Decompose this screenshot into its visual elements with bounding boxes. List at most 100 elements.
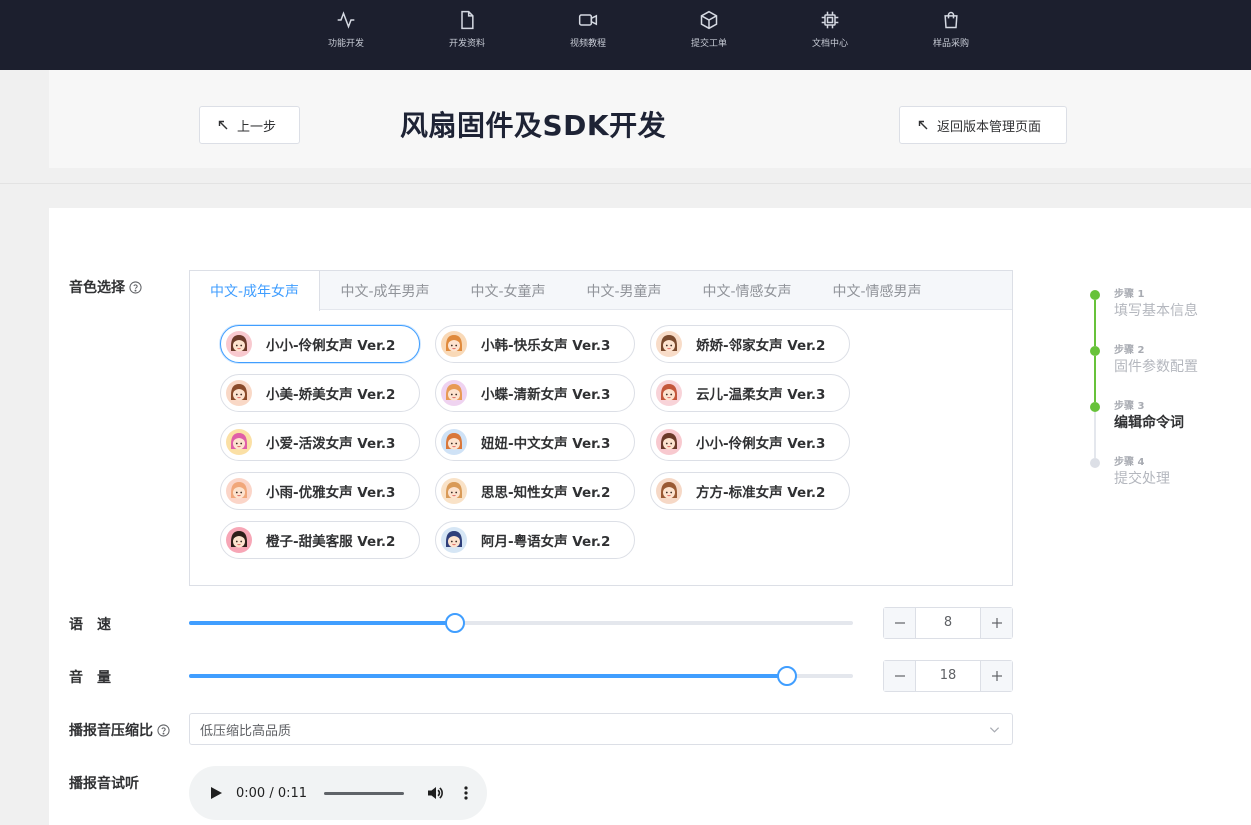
- tab-boy[interactable]: 中文-男童声: [566, 271, 682, 310]
- tab-girl[interactable]: 中文-女童声: [450, 271, 566, 310]
- voice-option[interactable]: 小蝶-清新女声 Ver.3: [435, 374, 635, 412]
- nav-item-label: 视频教程: [569, 39, 606, 49]
- arrow-up-left-icon: [918, 120, 928, 130]
- top-navigation: 功能开发 开发资料 视频教程 提交工单 文档中心 样品采购: [0, 0, 1251, 70]
- voice-option[interactable]: 妞妞-中文女声 Ver.3: [435, 423, 635, 461]
- volume-slider[interactable]: [189, 666, 853, 686]
- speed-decrease-button[interactable]: [884, 608, 916, 638]
- question-circle-icon[interactable]: [157, 723, 170, 737]
- voice-option-label: 小韩-快乐女声 Ver.3: [481, 338, 611, 354]
- voice-option[interactable]: 小韩-快乐女声 Ver.3: [435, 325, 635, 363]
- nav-item-video-tutorial[interactable]: 视频教程: [548, 10, 628, 49]
- step-number: 步骤 4: [1114, 457, 1145, 468]
- arrow-up-left-icon: [218, 120, 228, 130]
- plus-icon: [991, 671, 1002, 681]
- speed-increase-button[interactable]: [980, 608, 1012, 638]
- volume-icon[interactable]: [426, 784, 444, 802]
- speed-slider-thumb[interactable]: [445, 613, 465, 633]
- voice-option-label: 橙子-甜美客服 Ver.2: [266, 534, 396, 550]
- audio-time: 0:00 / 0:11: [236, 785, 308, 801]
- step-dot: [1090, 458, 1100, 468]
- speed-value[interactable]: 8: [916, 608, 980, 638]
- tab-emotional-female[interactable]: 中文-情感女声: [682, 271, 812, 310]
- avatar-icon: [226, 527, 252, 553]
- avatar-icon: [226, 331, 252, 357]
- compression-select[interactable]: 低压缩比高品质: [189, 713, 1013, 745]
- voice-option-label: 思思-知性女声 Ver.2: [481, 485, 611, 501]
- voice-option[interactable]: 思思-知性女声 Ver.2: [435, 472, 635, 510]
- voice-option[interactable]: 阿月-粤语女声 Ver.2: [435, 521, 635, 559]
- voice-option-label: 方方-标准女声 Ver.2: [696, 485, 826, 501]
- volume-slider-thumb[interactable]: [777, 666, 797, 686]
- file-icon: [461, 10, 474, 30]
- speed-slider[interactable]: [189, 613, 853, 633]
- step-connector: [1094, 300, 1096, 346]
- volume-decrease-button[interactable]: [884, 661, 916, 691]
- avatar-icon: [441, 478, 467, 504]
- voice-option-label: 小小-伶俐女声 Ver.2: [266, 338, 396, 354]
- voice-option-label: 云儿-温柔女声 Ver.3: [696, 387, 826, 403]
- voice-option[interactable]: 小爱-活泼女声 Ver.3: [220, 423, 420, 461]
- voice-select-label-text: 音色选择: [69, 280, 125, 296]
- voice-option[interactable]: 云儿-温柔女声 Ver.3: [650, 374, 850, 412]
- voice-option[interactable]: 方方-标准女声 Ver.2: [650, 472, 850, 510]
- nav-item-label: 样品采购: [932, 39, 969, 49]
- avatar-icon: [226, 380, 252, 406]
- step-number: 步骤 1: [1114, 289, 1145, 300]
- voice-option[interactable]: 小小-伶俐女声 Ver.2: [220, 325, 420, 363]
- chevron-down-icon: [989, 727, 1000, 733]
- step-dot: [1090, 290, 1100, 300]
- page-title: 风扇固件及SDK开发: [400, 109, 667, 142]
- nav-item-dev-docs[interactable]: 开发资料: [427, 10, 507, 49]
- play-icon[interactable]: [209, 786, 223, 800]
- voice-option[interactable]: 小小-伶俐女声 Ver.3: [650, 423, 850, 461]
- activity-icon: [337, 11, 355, 29]
- nav-item-doc-center[interactable]: 文档中心: [790, 10, 870, 49]
- minus-icon: [894, 622, 905, 624]
- voice-option-label: 小爱-活泼女声 Ver.3: [266, 436, 396, 452]
- volume-slider-fill: [189, 674, 787, 678]
- step-title: 填写基本信息: [1114, 303, 1198, 319]
- chip-icon: [821, 11, 839, 29]
- voice-option-label: 小雨-优雅女声 Ver.3: [266, 485, 396, 501]
- tab-emotional-male[interactable]: 中文-情感男声: [812, 271, 942, 310]
- step-title: 提交处理: [1114, 471, 1170, 487]
- volume-stepper: 18: [883, 660, 1013, 692]
- back-to-version-label: 返回版本管理页面: [937, 119, 1042, 135]
- voice-option-label: 小美-娇美女声 Ver.2: [266, 387, 396, 403]
- voice-option[interactable]: 橙子-甜美客服 Ver.2: [220, 521, 420, 559]
- more-vertical-icon[interactable]: [458, 785, 474, 801]
- nav-item-label: 开发资料: [448, 39, 485, 49]
- nav-item-feature-dev[interactable]: 功能开发: [306, 10, 386, 49]
- voice-option[interactable]: 娇娇-邻家女声 Ver.2: [650, 325, 850, 363]
- minus-icon: [894, 675, 905, 677]
- nav-item-label: 提交工单: [690, 39, 727, 49]
- back-to-version-button[interactable]: 返回版本管理页面: [899, 106, 1067, 144]
- avatar-icon: [656, 429, 682, 455]
- step-number: 步骤 2: [1114, 345, 1145, 356]
- voice-option[interactable]: 小雨-优雅女声 Ver.3: [220, 472, 420, 510]
- previous-step-label: 上一步: [237, 119, 277, 135]
- voice-option-label: 娇娇-邻家女声 Ver.2: [696, 338, 826, 354]
- avatar-icon: [226, 478, 252, 504]
- nav-item-sample-purchase[interactable]: 样品采购: [911, 10, 991, 49]
- box-icon: [700, 10, 718, 30]
- nav-item-submit-ticket[interactable]: 提交工单: [669, 10, 749, 49]
- nav-item-label: 功能开发: [327, 39, 364, 49]
- tab-adult-female[interactable]: 中文-成年女声: [190, 271, 320, 311]
- question-circle-icon[interactable]: [129, 280, 142, 294]
- voice-option-label: 妞妞-中文女声 Ver.3: [481, 436, 611, 452]
- tab-adult-male[interactable]: 中文-成年男声: [320, 271, 450, 310]
- compression-label-text: 播报音压缩比: [69, 723, 153, 739]
- speed-slider-fill: [189, 621, 455, 625]
- header-divider: [0, 183, 1251, 184]
- previous-step-button[interactable]: 上一步: [199, 106, 300, 144]
- avatar-icon: [656, 478, 682, 504]
- voice-option[interactable]: 小美-娇美女声 Ver.2: [220, 374, 420, 412]
- step-connector: [1094, 356, 1096, 402]
- volume-value[interactable]: 18: [916, 661, 980, 691]
- avatar-icon: [441, 331, 467, 357]
- avatar-icon: [441, 429, 467, 455]
- audio-progress-bar[interactable]: [324, 791, 405, 795]
- volume-increase-button[interactable]: [980, 661, 1012, 691]
